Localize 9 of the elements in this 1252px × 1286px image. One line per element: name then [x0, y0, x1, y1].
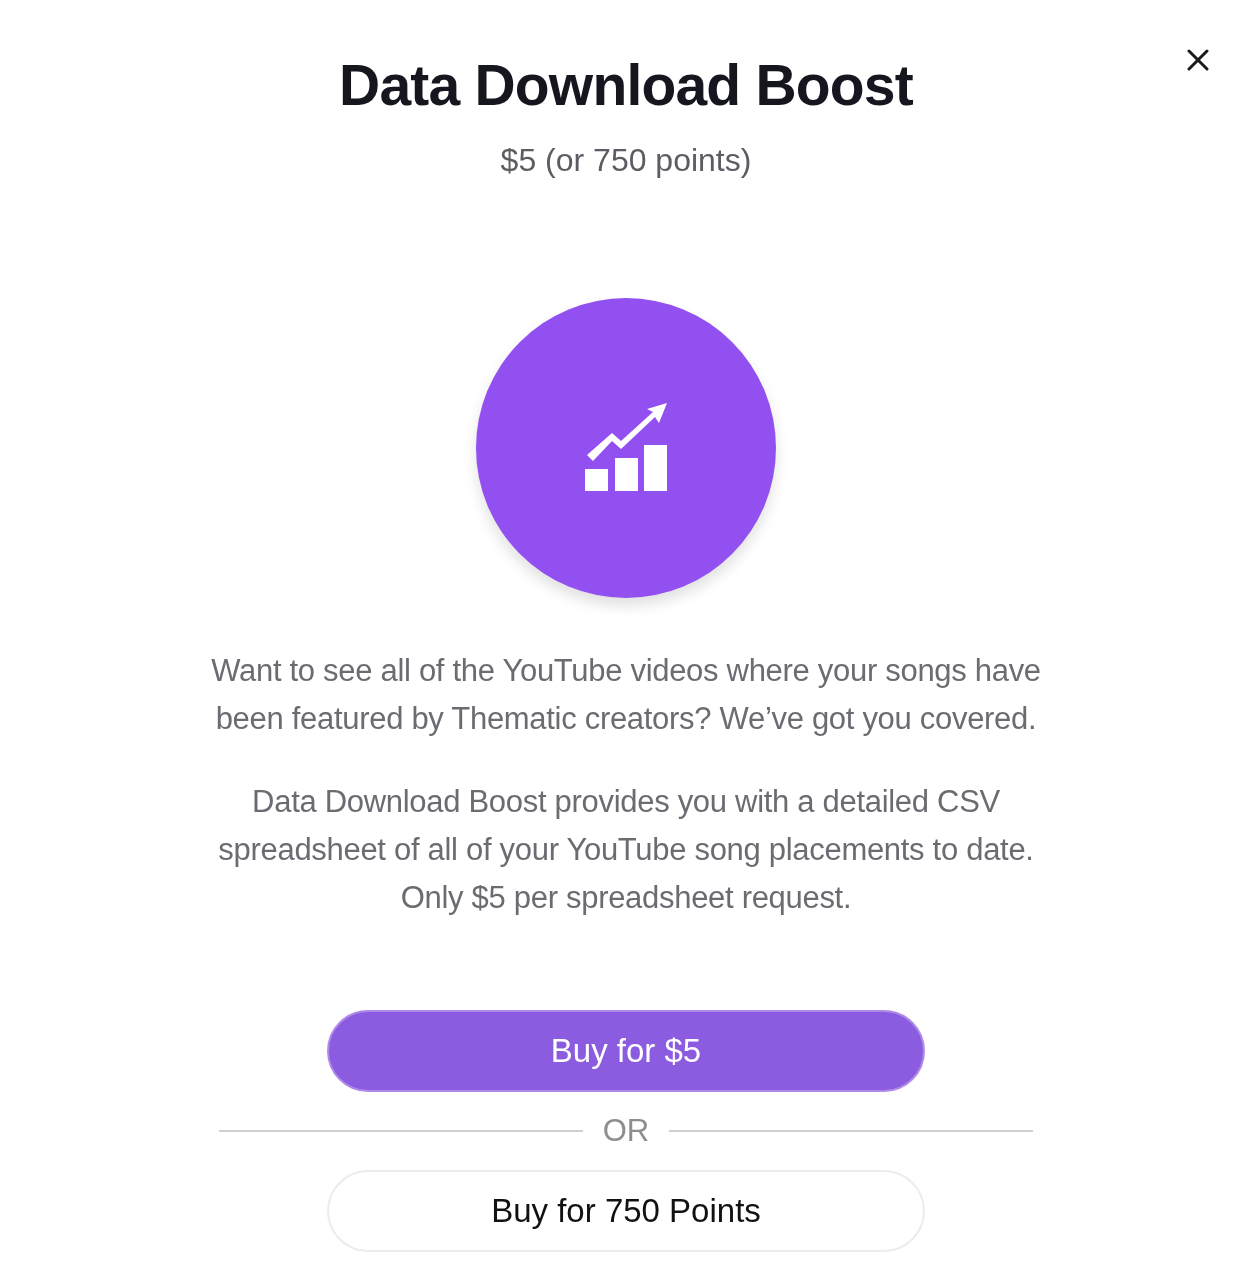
description-text: Data Download Boost provides you with a detailed CSV spreadsheet of all of your YouTube song placements to date. Only $5 per spreadsheet request. — [217, 783, 1035, 917]
close-button[interactable] — [1187, 49, 1209, 71]
close-icon — [1187, 49, 1209, 71]
dialog-title: Data Download Boost — [339, 52, 913, 119]
description-text: Want to see all of the YouTube videos where your songs have been featured by Thematic creators? We’ve got you covered. — [210, 652, 1042, 738]
price-text: $5 (or 750 points) — [500, 142, 752, 178]
buy-button[interactable]: Buy for $5 — [327, 1010, 925, 1092]
buy-button[interactable]: Buy for 750 Points — [327, 1170, 925, 1252]
separator-label: OR — [602, 1114, 650, 1148]
